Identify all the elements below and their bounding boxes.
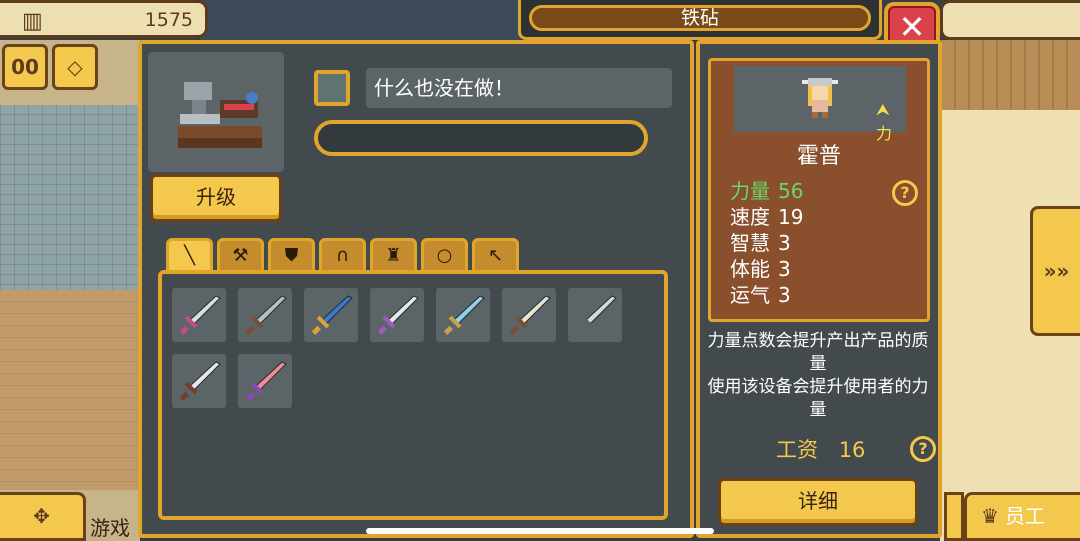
stat-value: 3: [778, 257, 791, 281]
fast-forward-icon: »»: [1043, 259, 1070, 283]
home-indicator: [366, 528, 714, 534]
sword-icon: [443, 295, 485, 335]
worker-stats: 力量 56 速度 19 智慧 3 体能 3 运气 3: [730, 178, 803, 308]
ring-icon: ○: [436, 245, 453, 266]
staff-button[interactable]: ♛ 员工: [964, 492, 1080, 541]
item-slot[interactable]: [238, 354, 292, 408]
production-progress: [314, 120, 648, 156]
stat-row: 运气 3: [730, 282, 803, 308]
stat-row: 体能 3: [730, 256, 803, 282]
stat-description: 力量点数会提升产出产品的质量 使用该设备会提升使用者的力量: [700, 330, 936, 422]
sword-icon: [245, 295, 287, 335]
stat-label: 智慧: [730, 231, 770, 255]
pause-icon: 00: [11, 55, 39, 79]
tab-pickaxe[interactable]: ↖: [472, 238, 519, 272]
stat-help-icon[interactable]: ?: [892, 180, 918, 206]
title-bar: 铁砧: [518, 0, 882, 40]
wage-value: 16: [838, 438, 866, 462]
axe-icon: ⚒: [232, 245, 249, 266]
background-top: [200, 0, 520, 40]
top-right-bar: [940, 0, 1080, 40]
worker-avatar-icon: [802, 78, 838, 118]
tab-helmet[interactable]: ∩: [319, 238, 366, 272]
window-title: 铁砧: [529, 5, 871, 31]
upgrade-button[interactable]: 升级: [150, 174, 282, 222]
sword-icon: [245, 361, 287, 401]
tab-axe[interactable]: ⚒: [217, 238, 264, 272]
background-cobblestone: [0, 105, 138, 290]
category-tabs: ╲ ⚒ ⛊ ∩ ♜ ○ ↖: [166, 238, 519, 272]
description-line-2: 使用该设备会提升使用者的力量: [707, 377, 929, 420]
sword-icon: [179, 295, 221, 335]
gems-button[interactable]: ◇: [52, 44, 98, 90]
item-slot[interactable]: [436, 288, 490, 342]
sword-icon: [575, 295, 617, 335]
sword-icon: [509, 295, 551, 335]
money-display: ▥ 1575: [0, 0, 208, 38]
machine-status: 什么也没在做！: [366, 68, 672, 108]
sword-icon: [377, 295, 419, 335]
stat-value: 19: [778, 205, 804, 229]
strength-arrow-icon: ⮝: [876, 100, 890, 119]
move-button[interactable]: ✥: [0, 492, 86, 541]
tab-ring[interactable]: ○: [421, 238, 468, 272]
background-floor-left: [0, 290, 138, 490]
tab-sword[interactable]: ╲: [166, 238, 213, 272]
stat-row: 智慧 3: [730, 230, 803, 256]
stat-value: 3: [778, 283, 791, 307]
sword-icon: [311, 295, 353, 335]
item-slot[interactable]: [238, 288, 292, 342]
tab-armor[interactable]: ♜: [370, 238, 417, 272]
pause-button[interactable]: 00: [2, 44, 48, 90]
stat-label: 运气: [730, 283, 770, 307]
stat-label: 力量: [730, 179, 770, 203]
staff-label: 员工: [1004, 504, 1045, 528]
item-slot[interactable]: [172, 288, 226, 342]
wage-label: 工资: [776, 438, 818, 462]
item-slot[interactable]: [568, 288, 622, 342]
anvil-icon: [178, 82, 262, 148]
item-slot[interactable]: [370, 288, 424, 342]
next-machine-button[interactable]: »»: [1030, 206, 1080, 336]
stat-value: 3: [778, 231, 791, 255]
item-slot[interactable]: [304, 288, 358, 342]
wage: 工资 16: [776, 434, 865, 464]
background-wall-right: [940, 40, 1080, 110]
auto-checkbox[interactable]: [314, 70, 350, 106]
helmet-icon: ∩: [335, 245, 350, 266]
detail-button[interactable]: 详细: [718, 478, 918, 526]
side-button-edge[interactable]: [944, 492, 964, 541]
crown-icon: ♛: [981, 504, 999, 528]
armor-icon: ♜: [385, 245, 402, 266]
stat-value: 56: [778, 179, 804, 203]
worker-name: 霍普: [796, 144, 841, 169]
shield-icon: ⛊: [284, 245, 299, 266]
item-list: [172, 288, 642, 408]
stat-row: 力量 56: [730, 178, 803, 204]
money-value: 1575: [144, 9, 193, 31]
item-slot[interactable]: [172, 354, 226, 408]
stat-label: 速度: [730, 205, 770, 229]
wage-help-icon[interactable]: ?: [910, 436, 936, 462]
sword-icon: ╲: [184, 245, 195, 266]
description-line-1: 力量点数会提升产出产品的质量: [707, 331, 929, 374]
stat-label: 体能: [730, 257, 770, 281]
stat-row: 速度 19: [730, 204, 803, 230]
item-slot[interactable]: [502, 288, 556, 342]
sword-icon: [179, 361, 221, 401]
move-icon: ✥: [33, 504, 50, 528]
gems-icon: ◇: [67, 55, 83, 79]
game-text: 游戏: [90, 516, 130, 540]
tab-shield[interactable]: ⛊: [268, 238, 315, 272]
pickaxe-icon: ↖: [487, 245, 504, 266]
building-icon: ▥: [22, 9, 43, 34]
